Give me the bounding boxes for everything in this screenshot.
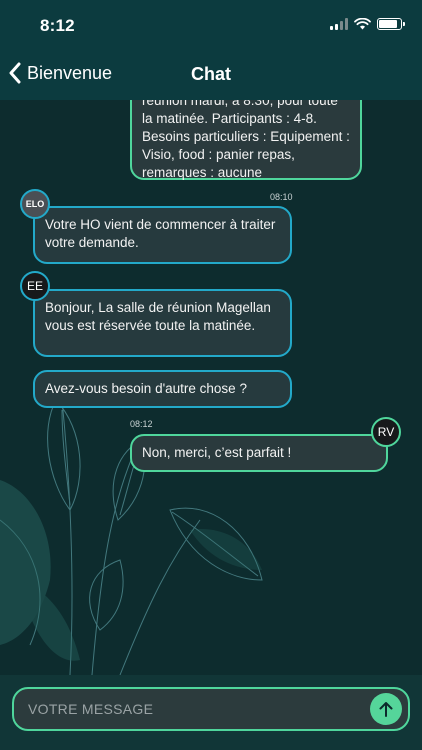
signal-icon <box>330 18 348 30</box>
chat-area[interactable]: réunion mardi, à 8:30, pour toute la mat… <box>0 100 422 675</box>
status-icons <box>330 18 405 30</box>
message-timestamp: 08:10 <box>270 192 293 202</box>
message-bubble-incoming: Votre HO vient de commencer à traiter vo… <box>33 206 292 264</box>
header: 8:12 Bienvenue Chat <box>0 0 422 100</box>
message-input[interactable] <box>28 689 358 729</box>
avatar: ELO <box>20 189 50 219</box>
message-text: Votre HO vient de commencer à traiter vo… <box>45 217 276 250</box>
message-bubble-outgoing: réunion mardi, à 8:30, pour toute la mat… <box>130 100 362 180</box>
message-timestamp: 08:12 <box>130 419 153 429</box>
message-text: réunion mardi, à 8:30, pour toute la mat… <box>142 100 350 180</box>
message-bubble-incoming: Avez-vous besoin d'autre chose ? <box>33 370 292 408</box>
message-bubble-incoming: Bonjour, La salle de réunion Magellan vo… <box>33 289 292 357</box>
message-text: Bonjour, La salle de réunion Magellan vo… <box>45 300 271 333</box>
avatar: EE <box>20 271 50 301</box>
message-bubble-outgoing: Non, merci, c’est parfait ! <box>130 434 388 472</box>
message-text: Avez-vous besoin d'autre chose ? <box>45 381 247 396</box>
page-title: Chat <box>191 64 231 84</box>
avatar: RV <box>371 417 401 447</box>
status-bar: 8:12 <box>0 0 422 52</box>
message-text: Non, merci, c’est parfait ! <box>142 445 292 460</box>
composer-bar <box>0 675 422 750</box>
message-input-container <box>12 687 410 731</box>
arrow-up-icon <box>379 702 393 717</box>
send-button[interactable] <box>370 693 402 725</box>
battery-icon <box>377 18 405 30</box>
nav-bar: Bienvenue Chat <box>0 52 422 98</box>
wifi-icon <box>354 18 371 30</box>
status-time: 8:12 <box>40 16 75 35</box>
